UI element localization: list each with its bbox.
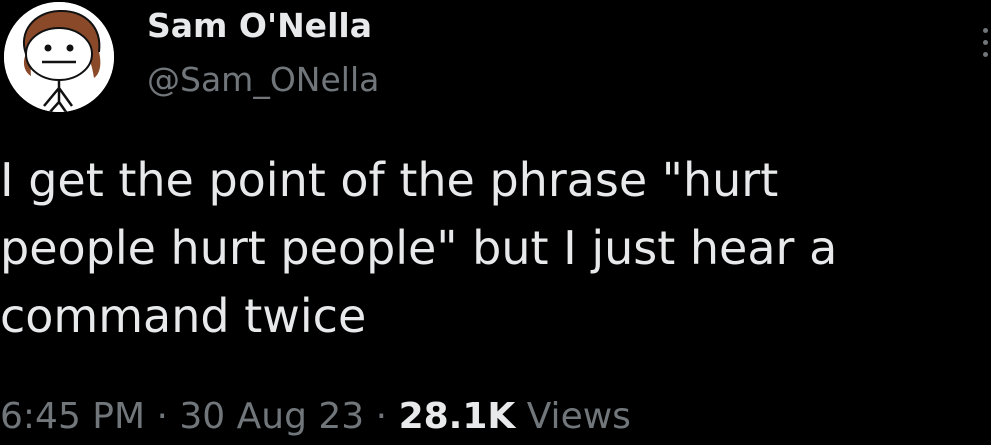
stick-figure-avatar-icon[interactable]	[4, 2, 114, 112]
author-display-name[interactable]: Sam O'Nella	[147, 4, 372, 48]
tweet-time[interactable]: 6:45 PM	[0, 396, 145, 437]
views-count[interactable]: 28.1K	[399, 396, 516, 437]
more-vertical-icon[interactable]	[980, 28, 990, 68]
tweet-text: I get the point of the phrase "hurt peop…	[0, 146, 985, 350]
meta-separator: ·	[145, 396, 180, 437]
tweet-text-line: command twice	[0, 289, 367, 343]
tweet-text-line: people hurt people" but I just hear a	[0, 221, 838, 275]
more-dot	[983, 28, 988, 33]
more-dot	[983, 40, 988, 45]
more-dot	[983, 52, 988, 57]
meta-separator: ·	[364, 396, 399, 437]
tweet-text-line: I get the point of the phrase "hurt	[0, 153, 779, 207]
tweet-meta: 6:45 PM · 30 Aug 23 · 28.1K Views	[0, 392, 631, 442]
author-handle[interactable]: @Sam_ONella	[147, 58, 379, 102]
views-label[interactable]: Views	[515, 396, 631, 437]
tweet-card: Sam O'Nella @Sam_ONella I get the point …	[0, 0, 991, 445]
tweet-date[interactable]: 30 Aug 23	[179, 396, 364, 437]
